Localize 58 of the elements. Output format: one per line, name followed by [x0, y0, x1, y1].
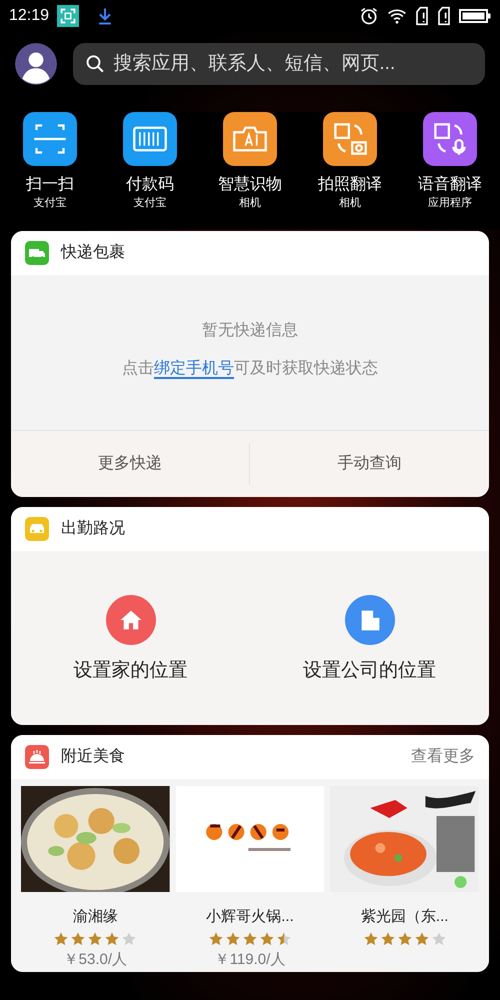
price-per-person: ￥53.0/人	[64, 950, 128, 970]
star-icon	[396, 931, 413, 948]
star-icon	[208, 931, 224, 948]
restaurant-name: 小辉哥火锅...	[206, 906, 294, 927]
search-icon	[85, 53, 106, 75]
shortcut-source: 相机	[339, 197, 361, 211]
shortcut-source: 支付宝	[134, 197, 166, 211]
star-icon	[242, 931, 258, 948]
see-more-link[interactable]: 查看更多	[411, 744, 475, 769]
shortcut-icon[interactable]	[223, 112, 277, 166]
star-icon	[362, 931, 379, 948]
set-location-button[interactable]: 设置公司的位置	[250, 594, 489, 686]
star-icon	[414, 931, 430, 948]
express-action-button[interactable]: 更多快递	[11, 442, 250, 485]
battery-icon	[459, 8, 491, 24]
shortcut-icon[interactable]	[423, 112, 477, 166]
card-title: 附近美食	[61, 746, 125, 767]
price-per-person: ￥119.0/人	[214, 950, 286, 970]
star-icon	[258, 931, 275, 948]
shortcut-label: 付款码	[126, 175, 174, 195]
shortcut-icon[interactable]	[123, 112, 177, 166]
star-icon	[104, 931, 120, 948]
bind-phone-hint: 点击绑定手机号可及时获取快递状态	[122, 358, 378, 381]
restaurant-name: 渝湘缘	[72, 906, 118, 927]
sim-icon	[415, 6, 429, 26]
shortcut-label: 智慧识物	[218, 175, 282, 195]
restaurant-name: 紫光园（东...	[360, 906, 448, 927]
express-action-button[interactable]: 手动查询	[250, 442, 489, 485]
search-bar[interactable]: 搜索应用、联系人、短信、网页...	[73, 43, 485, 85]
empty-message: 暂无快递信息	[202, 320, 298, 341]
card-title: 快递包裹	[61, 242, 125, 263]
set-location-button[interactable]: 设置家的位置	[11, 594, 250, 686]
shortcut-icon[interactable]	[323, 112, 377, 166]
alarm-icon	[359, 6, 379, 26]
shortcut-label: 扫一扫	[26, 175, 74, 195]
status-time: 12:19	[9, 6, 50, 26]
star-icon	[121, 931, 138, 948]
screenshot-icon	[57, 5, 80, 27]
dish-icon	[25, 744, 49, 769]
star-icon	[53, 931, 70, 948]
shortcut-label: 拍照翻译	[318, 175, 382, 195]
star-icon	[430, 931, 447, 948]
shortcut-label: 语音翻译	[418, 175, 482, 195]
shortcut-source: 相机	[239, 197, 261, 211]
star-icon	[87, 931, 104, 948]
shortcut-source: 支付宝	[34, 197, 66, 211]
star-icon	[224, 931, 241, 948]
star-icon	[276, 931, 292, 948]
bind-phone-link[interactable]: 绑定手机号	[154, 360, 234, 379]
card-title: 出勤路况	[61, 518, 125, 539]
sim-icon	[437, 6, 451, 26]
star-icon	[70, 931, 86, 948]
car-icon	[25, 516, 49, 541]
shortcut-source: 应用程序	[428, 197, 472, 211]
truck-icon	[25, 240, 49, 265]
star-icon	[380, 931, 396, 948]
avatar-icon[interactable]	[15, 43, 57, 85]
shortcut-icon[interactable]	[23, 112, 77, 166]
